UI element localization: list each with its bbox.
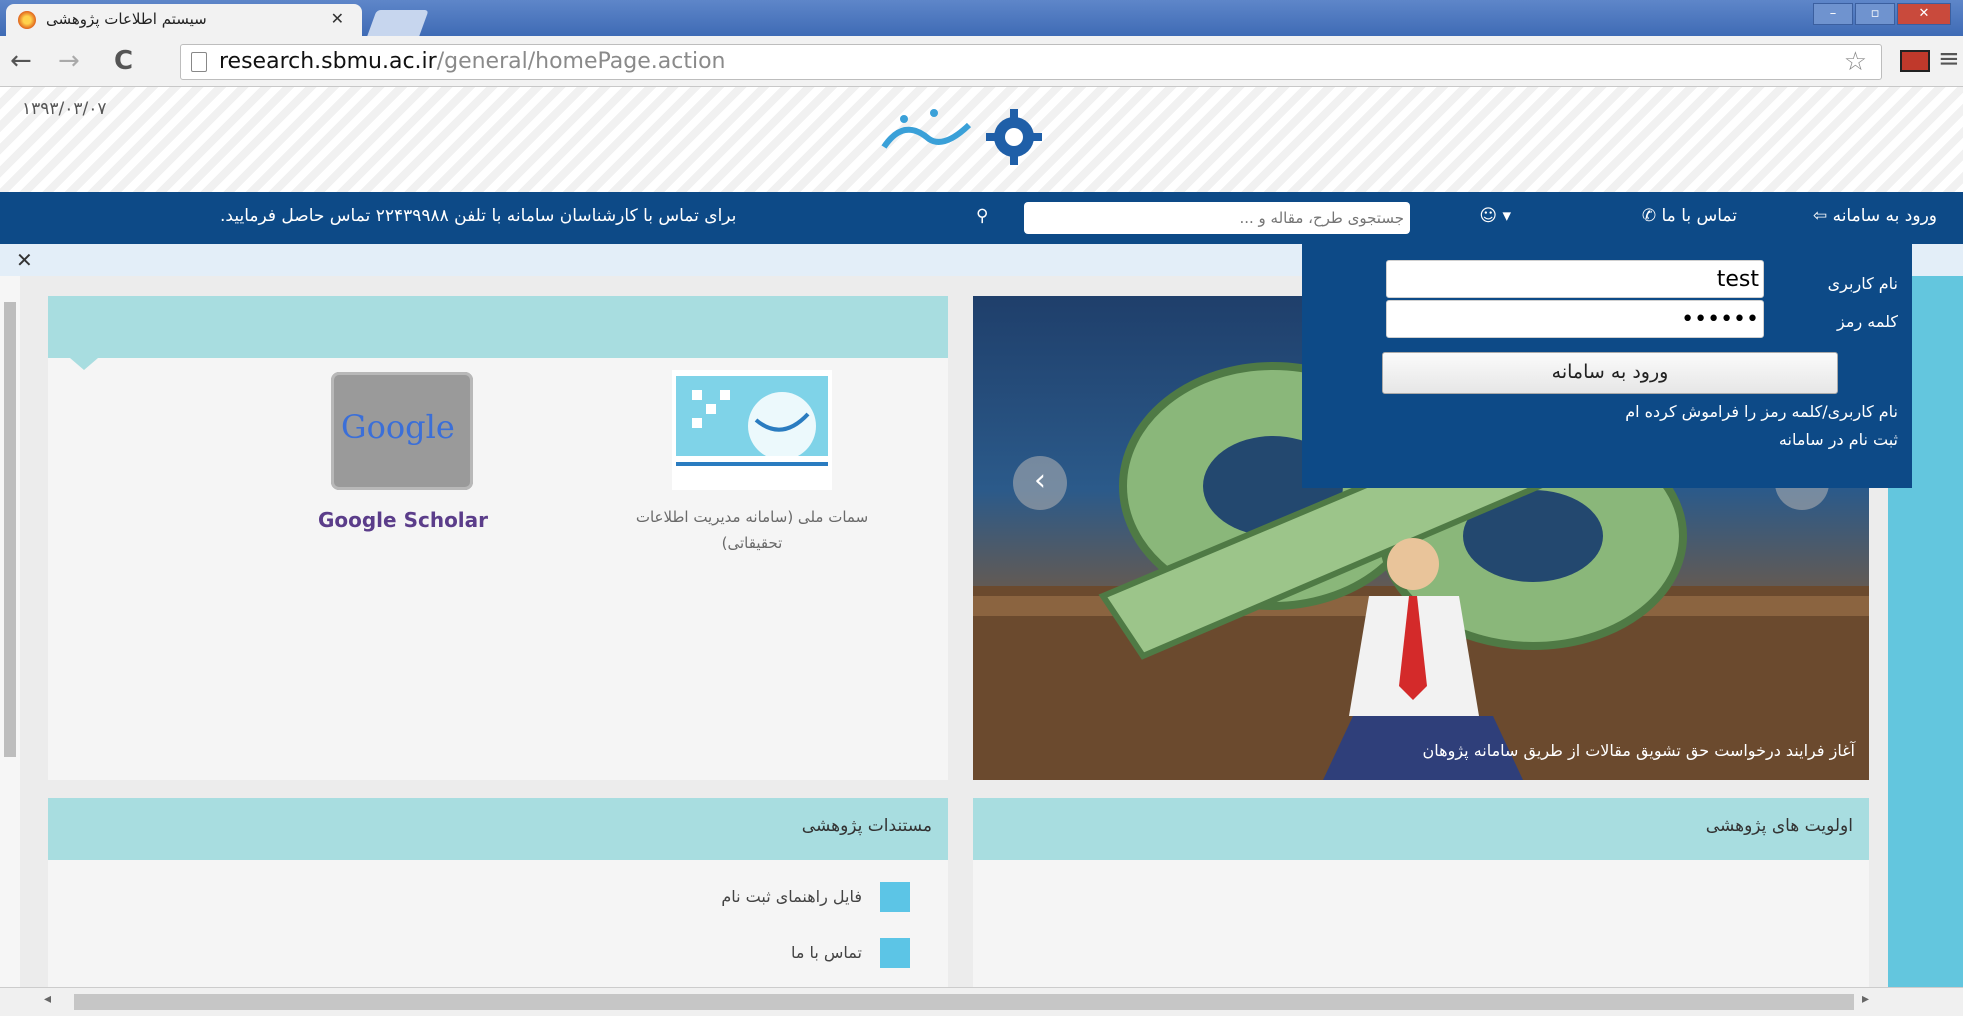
documents-panel: مستندات پژوهشی فایل راهنمای ثبت نام تماس… bbox=[48, 798, 948, 987]
slider-caption[interactable]: آغاز فرایند درخواست حق تشویق مقالات از ط… bbox=[1423, 741, 1855, 760]
close-infobar-icon[interactable]: ✕ bbox=[16, 248, 33, 272]
window-controls: – ▫ ✕ bbox=[1813, 3, 1951, 25]
close-window-icon[interactable]: ✕ bbox=[1897, 3, 1951, 25]
register-link[interactable]: ثبت نام در سامانه bbox=[1779, 430, 1898, 449]
login-nav-link[interactable]: ورود به سامانه ⇦ bbox=[1813, 206, 1937, 226]
back-arrow-icon[interactable]: ← bbox=[10, 46, 32, 76]
document-link[interactable]: تماس با ما bbox=[791, 943, 862, 962]
username-field[interactable] bbox=[1386, 260, 1764, 298]
documents-panel-header: مستندات پژوهشی bbox=[48, 798, 948, 860]
horizontal-scrollbar[interactable]: ◂ ▸ bbox=[0, 987, 1963, 1016]
main-navbar: ورود به سامانه ⇦ تماس با ما ✆ ▾ ☺ ⚲ برای… bbox=[0, 192, 1963, 244]
priorities-panel-header: اولویت های پژوهشی bbox=[973, 798, 1869, 860]
username-label: نام کاربری bbox=[1827, 274, 1898, 293]
document-link[interactable]: فایل راهنمای ثبت نام bbox=[721, 887, 862, 906]
user-menu-dropdown[interactable]: ▾ ☺ bbox=[1479, 206, 1511, 226]
panel-notch bbox=[70, 358, 98, 370]
links-panel-header bbox=[48, 296, 948, 358]
google-logo-text: Google bbox=[341, 408, 455, 446]
samat-logo[interactable] bbox=[672, 370, 832, 490]
list-item[interactable]: فایل راهنمای ثبت نام bbox=[510, 882, 910, 918]
scrollbar-thumb[interactable] bbox=[4, 302, 16, 757]
links-panel: Google Google Scholar سمات ملی (سامانه م… bbox=[48, 296, 948, 780]
login-dropdown: نام کاربری کلمه رمز ورود به سامانه نام ک… bbox=[1302, 244, 1912, 488]
google-scholar-logo[interactable]: Google bbox=[331, 372, 473, 490]
url-host: research.sbmu.ac.ir bbox=[219, 49, 437, 74]
forgot-password-link[interactable]: نام کاربری/کلمه رمز را فراموش کرده ام bbox=[1625, 402, 1898, 421]
site-header: ۱۳۹۳/۰۳/۰۷ bbox=[0, 87, 1963, 192]
reload-icon[interactable]: C bbox=[114, 46, 133, 76]
contact-nav-link[interactable]: تماس با ما ✆ bbox=[1642, 206, 1737, 226]
tab-title: سیستم اطلاعات پژوهشی bbox=[46, 10, 207, 28]
new-tab-button[interactable] bbox=[367, 10, 429, 36]
list-item[interactable]: تماس با ما bbox=[510, 938, 910, 974]
priorities-panel-title: اولویت های پژوهشی bbox=[1705, 816, 1853, 836]
minimize-icon[interactable]: – bbox=[1813, 3, 1853, 25]
site-logo[interactable] bbox=[864, 99, 1064, 169]
password-label: کلمه رمز bbox=[1837, 312, 1898, 331]
horizontal-scrollbar-thumb[interactable] bbox=[74, 994, 1854, 1010]
address-bar[interactable]: research.sbmu.ac.ir/general/homePage.act… bbox=[180, 44, 1882, 80]
scholar-logo-text: Google bbox=[341, 408, 455, 446]
scroll-left-icon[interactable]: ◂ bbox=[44, 991, 51, 1007]
browser-toolbar: ← → C research.sbmu.ac.ir/general/homePa… bbox=[0, 36, 1963, 87]
url-path: /general/homePage.action bbox=[436, 49, 726, 74]
phone-icon: ✆ bbox=[1641, 206, 1657, 226]
url-text: research.sbmu.ac.ir/general/homePage.act… bbox=[219, 49, 726, 74]
extension-icon[interactable] bbox=[1900, 50, 1930, 72]
documents-panel-title: مستندات پژوهشی bbox=[801, 816, 932, 836]
search-box bbox=[1024, 202, 1410, 234]
login-arrow-icon: ⇦ bbox=[1812, 206, 1828, 226]
forward-arrow-icon[interactable]: → bbox=[58, 46, 80, 76]
login-nav-label: ورود به سامانه bbox=[1832, 206, 1937, 226]
browser-titlebar: سیستم اطلاعات پژوهشی ✕ – ▫ ✕ bbox=[0, 0, 1963, 36]
vertical-scrollbar[interactable] bbox=[0, 276, 20, 987]
tab-close-icon[interactable]: ✕ bbox=[331, 9, 344, 28]
search-input[interactable] bbox=[1032, 202, 1406, 234]
browser-tab[interactable]: سیستم اطلاعات پژوهشی ✕ bbox=[6, 4, 362, 36]
bookmark-star-icon[interactable]: ☆ bbox=[1844, 47, 1867, 77]
google-scholar-link[interactable]: Google Scholar bbox=[298, 508, 508, 532]
scroll-right-icon[interactable]: ▸ bbox=[1862, 991, 1869, 1007]
maximize-icon[interactable]: ▫ bbox=[1855, 3, 1895, 25]
contact-nav-label: تماس با ما bbox=[1661, 206, 1738, 226]
document-icon bbox=[880, 882, 910, 912]
search-icon[interactable]: ⚲ bbox=[976, 206, 988, 226]
slider-prev-icon[interactable]: ‹ bbox=[1013, 456, 1067, 510]
site-favicon-icon bbox=[18, 11, 36, 29]
document-icon bbox=[880, 938, 910, 968]
browser-menu-icon[interactable]: ≡ bbox=[1938, 44, 1960, 74]
login-submit-button[interactable]: ورود به سامانه bbox=[1382, 352, 1838, 394]
page-icon bbox=[191, 52, 207, 72]
samat-link[interactable]: سمات ملی (سامانه مدیریت اطلاعات تحقیقاتی… bbox=[622, 504, 882, 556]
current-date: ۱۳۹۳/۰۳/۰۷ bbox=[22, 99, 107, 119]
contact-notice: برای تماس با کارشناسان سامانه با تلفن ۲۲… bbox=[220, 206, 737, 226]
password-field[interactable] bbox=[1386, 300, 1764, 338]
priorities-panel: اولویت های پژوهشی bbox=[973, 798, 1869, 987]
